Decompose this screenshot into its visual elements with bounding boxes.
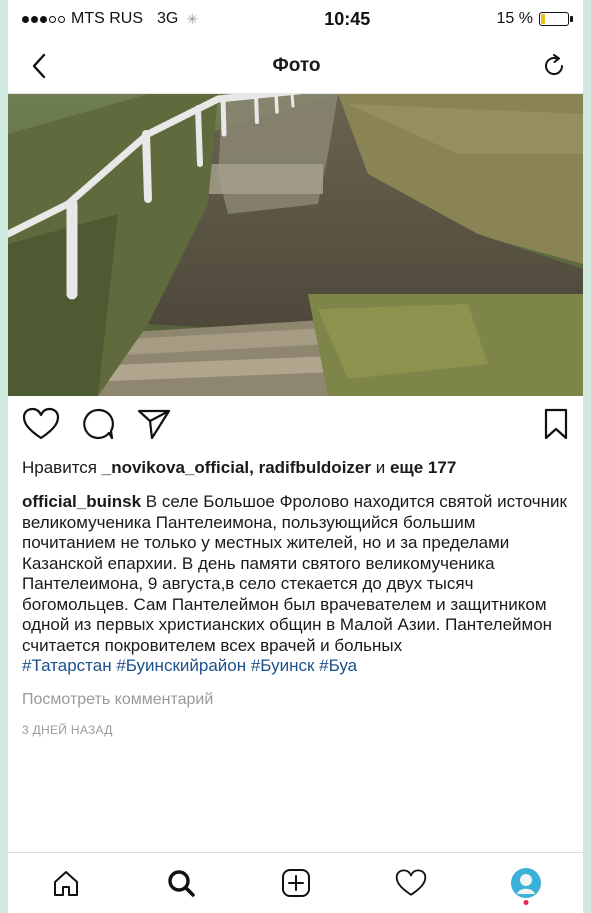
stairs-photo-image — [8, 94, 583, 396]
heart-icon — [22, 407, 60, 439]
tab-add[interactable] — [274, 861, 318, 905]
like-button[interactable] — [22, 407, 60, 446]
status-right: 15 % — [496, 10, 573, 28]
likes-line: Нравится _novikova_official, radifbuldoi… — [8, 458, 583, 478]
likes-and: и — [371, 458, 390, 477]
save-button[interactable] — [543, 408, 569, 445]
page-title: Фото — [272, 54, 321, 76]
carrier-name: MTS RUS — [71, 10, 143, 27]
signal-strength-icon — [22, 15, 65, 23]
clock: 10:45 — [324, 8, 371, 29]
activity-spinner-icon: ✳ — [186, 10, 199, 27]
tab-profile[interactable] — [504, 861, 548, 905]
status-bar: MTS RUS 3G ✳ 10:45 15 % — [8, 0, 583, 38]
notification-dot — [523, 900, 528, 905]
bookmark-icon — [544, 408, 568, 439]
back-button[interactable] — [24, 51, 54, 81]
actions-left — [22, 407, 172, 446]
post-photo[interactable] — [8, 94, 583, 396]
post-caption: official_buinsk В селе Большое Фролово н… — [8, 492, 583, 677]
tab-bar — [8, 852, 583, 913]
search-icon — [167, 870, 195, 897]
tab-home[interactable] — [44, 861, 88, 905]
chevron-left-icon — [32, 53, 46, 78]
refresh-button[interactable] — [539, 51, 569, 81]
likes-separator: , — [249, 458, 259, 477]
comment-button[interactable] — [80, 407, 116, 446]
tab-search[interactable] — [159, 861, 203, 905]
post-timestamp: 3 ДНЕЙ НАЗАД — [22, 722, 113, 737]
share-button[interactable] — [136, 407, 172, 446]
tab-activity[interactable] — [389, 861, 433, 905]
send-icon — [137, 409, 171, 439]
refresh-icon — [545, 53, 563, 75]
likes-more-link[interactable]: еще 177 — [390, 458, 456, 477]
hashtags[interactable]: #Татарстан #Буинскийрайон #Буинск #Буа — [22, 656, 569, 677]
nav-bar: Фото — [8, 38, 583, 94]
battery-icon — [539, 12, 573, 26]
phone-screen: MTS RUS 3G ✳ 10:45 15 % Фото Нравится _n… — [8, 0, 583, 913]
network-type: 3G — [157, 10, 179, 27]
avatar — [510, 868, 541, 898]
likes-prefix: Нравится — [22, 458, 102, 477]
status-left: MTS RUS 3G ✳ — [22, 10, 198, 28]
caption-text: В селе Большое Фролово находится святой … — [22, 492, 567, 655]
post-actions — [8, 396, 583, 456]
home-icon — [53, 871, 78, 896]
heart-icon — [395, 869, 426, 896]
caption-username[interactable]: official_buinsk — [22, 492, 141, 511]
add-icon — [281, 869, 310, 897]
battery-percent: 15 % — [496, 10, 533, 27]
view-comments-link[interactable]: Посмотреть комментарий — [8, 691, 583, 709]
liker-username[interactable]: _novikova_official — [102, 458, 249, 477]
comment-icon — [83, 408, 114, 439]
liker-username[interactable]: radifbuldoizer — [259, 458, 371, 477]
